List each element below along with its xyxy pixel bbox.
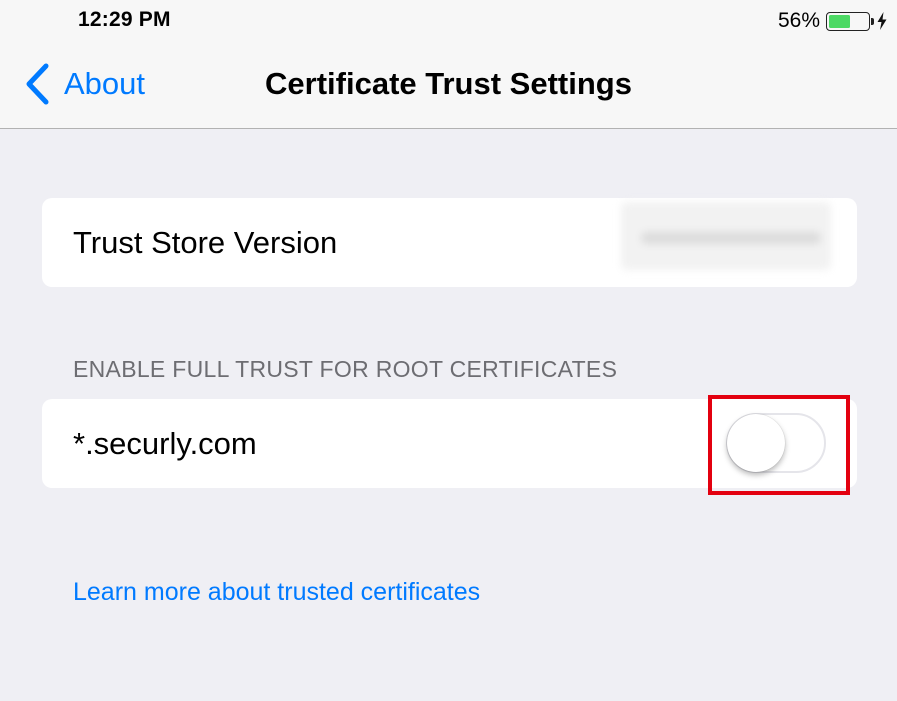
certificate-cell: *.securly.com <box>42 399 857 488</box>
battery-icon <box>826 11 874 31</box>
battery-nub <box>871 17 874 25</box>
section-header: ENABLE FULL TRUST FOR ROOT CERTIFICATES <box>73 356 618 382</box>
back-button[interactable]: About <box>24 62 145 106</box>
back-button-label: About <box>64 66 146 101</box>
status-indicators: 56% <box>778 8 887 34</box>
navigation-bar: 12:29 PM 56% About Certificate Trust Set… <box>0 0 897 129</box>
learn-more-link[interactable]: Learn more about trusted certificates <box>73 578 480 607</box>
trust-store-cell: Trust Store Version <box>42 198 857 287</box>
status-time: 12:29 PM <box>78 8 171 31</box>
trust-store-label: Trust Store Version <box>73 225 338 260</box>
trust-store-version-value <box>621 202 831 270</box>
battery-percent: 56% <box>777 9 820 32</box>
certificate-trust-toggle[interactable] <box>726 413 826 473</box>
bolt-icon <box>877 12 887 30</box>
chevron-left-icon <box>26 63 49 105</box>
battery-level-fill <box>829 14 851 28</box>
settings-screen: 12:29 PM 56% About Certificate Trust Set… <box>0 0 897 701</box>
certificate-label: *.securly.com <box>73 426 257 461</box>
toggle-knob[interactable] <box>727 414 785 472</box>
